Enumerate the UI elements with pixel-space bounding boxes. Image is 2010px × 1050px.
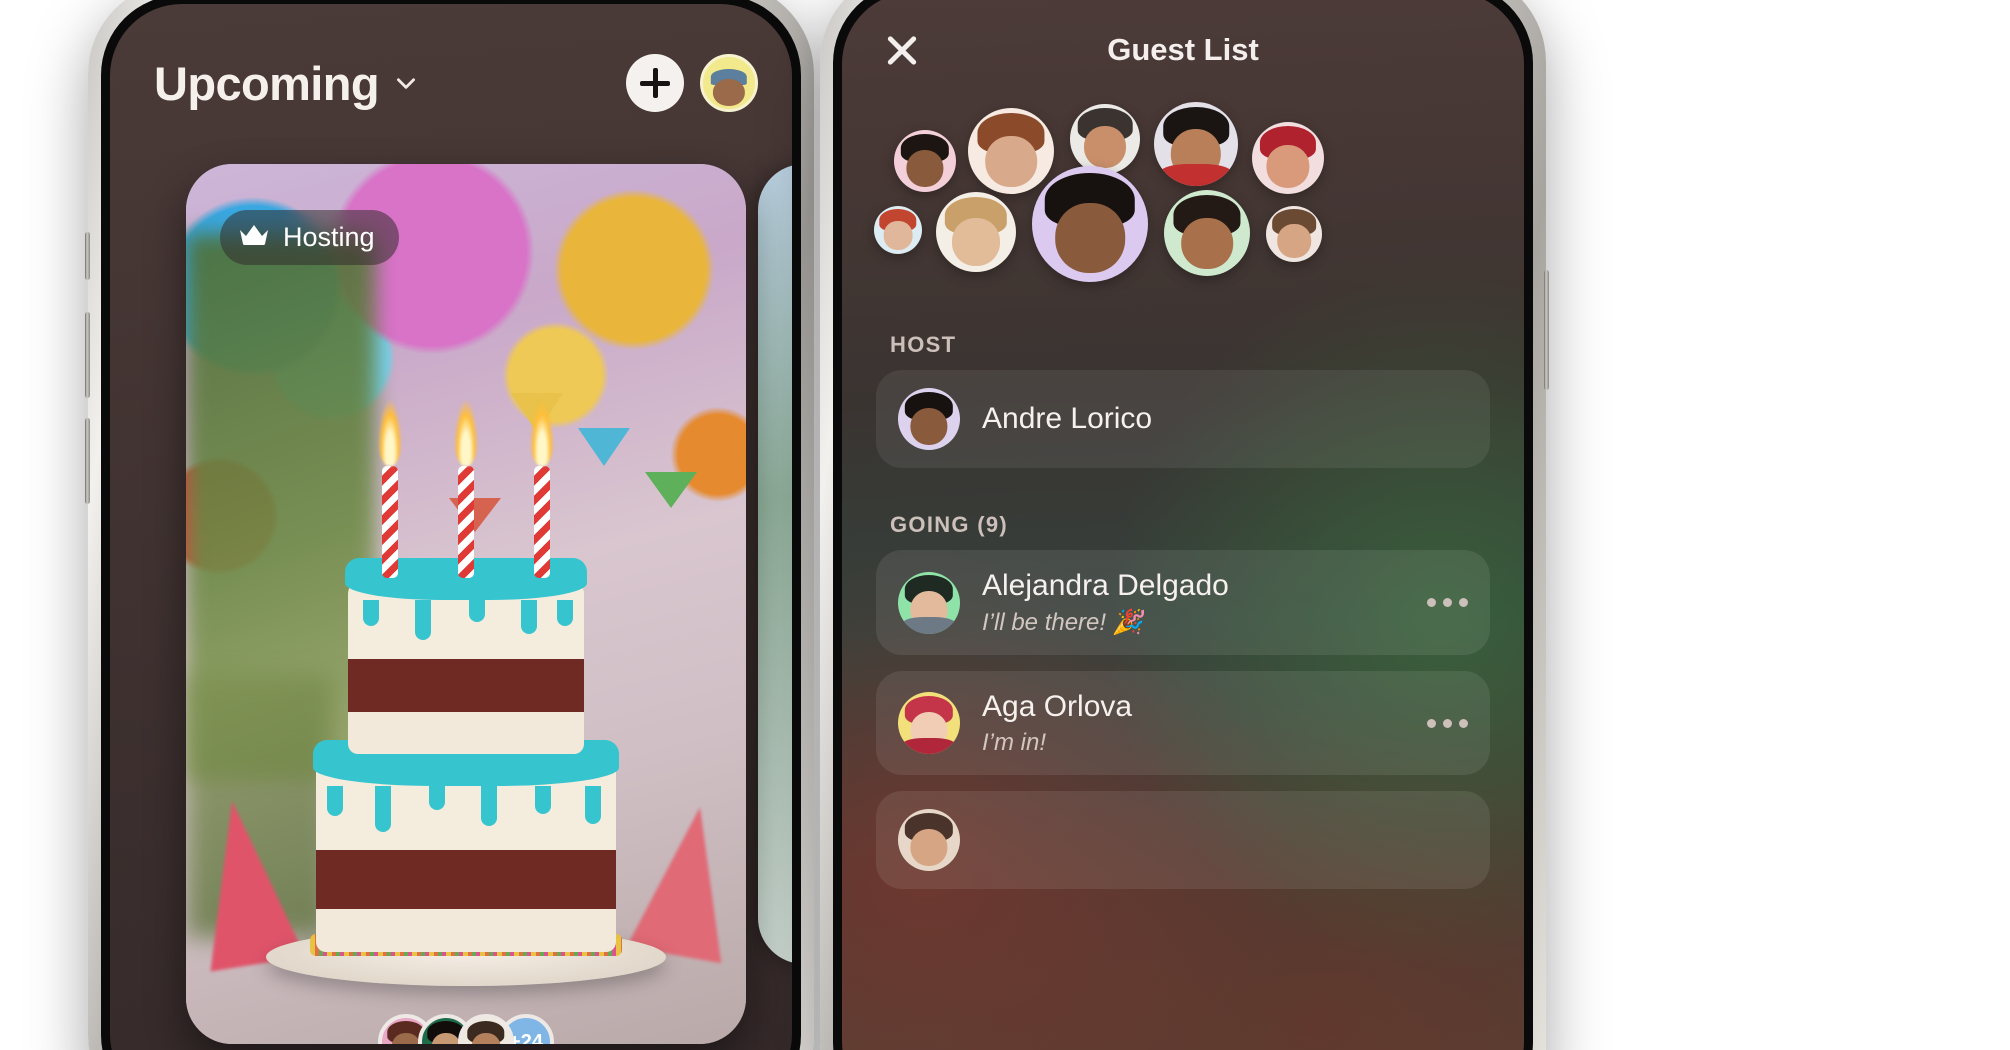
attendee-avatar bbox=[458, 1014, 514, 1044]
guest-list-header: Guest List bbox=[842, 8, 1524, 92]
hosting-badge: Hosting bbox=[220, 210, 399, 265]
phone-left-volume-down[interactable] bbox=[85, 418, 90, 504]
event-card[interactable]: Hosting +24 bbox=[186, 164, 746, 1044]
left-phone-screen: Upcoming Hosting +24 bbox=[110, 4, 792, 1050]
guest-reply: I’ll be there! 🎉 bbox=[982, 609, 1143, 636]
candle-flame bbox=[530, 400, 554, 466]
memoji-avatar-3[interactable] bbox=[1070, 104, 1140, 174]
phone-right: Guest List HOST Andre Lorico GOING (9) A… bbox=[820, 0, 1549, 1050]
right-phone-screen: Guest List HOST Andre Lorico GOING (9) A… bbox=[842, 0, 1524, 1050]
guest-row[interactable]: Alejandra Delgado I’ll be there! 🎉 bbox=[876, 550, 1490, 655]
close-x-icon[interactable] bbox=[876, 24, 928, 76]
guest-avatar bbox=[898, 692, 960, 754]
decor-bunting bbox=[578, 428, 630, 466]
guest-row-host[interactable]: Andre Lorico bbox=[876, 370, 1490, 468]
crown-icon bbox=[238, 223, 270, 252]
memoji-avatar-10[interactable] bbox=[1266, 206, 1322, 262]
memoji-avatar-9[interactable] bbox=[1164, 190, 1250, 276]
memoji-avatar-5[interactable] bbox=[1252, 122, 1324, 194]
guest-info: Alejandra Delgado I’ll be there! 🎉 bbox=[982, 568, 1413, 637]
chevron-down-icon[interactable] bbox=[393, 70, 419, 96]
guest-list-scroll[interactable]: HOST Andre Lorico GOING (9) Alejandra De… bbox=[842, 332, 1524, 1050]
add-event-button[interactable] bbox=[626, 54, 684, 112]
hosting-badge-label: Hosting bbox=[283, 222, 375, 252]
guest-name: Alejandra Delgado bbox=[982, 569, 1229, 602]
memoji-avatar-8[interactable] bbox=[1032, 166, 1148, 282]
ellipsis-icon[interactable] bbox=[1413, 718, 1468, 728]
phone-left: Upcoming Hosting +24 bbox=[85, 0, 814, 1050]
phone-right-power-button[interactable] bbox=[1544, 270, 1549, 390]
guest-info: Aga Orlova I’m in! bbox=[982, 689, 1413, 757]
memoji-avatar-7[interactable] bbox=[936, 192, 1016, 272]
memoji-avatar-6[interactable] bbox=[874, 206, 922, 254]
section-label-host: HOST bbox=[890, 332, 957, 357]
cake-candle bbox=[382, 466, 398, 578]
guest-row[interactable]: Aga Orlova I’m in! bbox=[876, 671, 1490, 775]
candle-flame bbox=[378, 400, 402, 466]
section-label-going: GOING (9) bbox=[890, 512, 1009, 537]
event-card-image bbox=[186, 164, 746, 1044]
upcoming-header: Upcoming bbox=[110, 38, 792, 128]
guest-name: Andre Lorico bbox=[982, 402, 1153, 435]
guest-list-title: Guest List bbox=[1107, 32, 1259, 67]
cake-candle bbox=[534, 466, 550, 578]
guest-avatar bbox=[898, 809, 960, 871]
profile-avatar-button[interactable] bbox=[700, 54, 758, 112]
memoji-cluster[interactable] bbox=[842, 100, 1524, 330]
guest-avatar bbox=[898, 571, 960, 634]
guest-reply: I’m in! bbox=[982, 729, 1047, 756]
marketing-screenshot: Upcoming Hosting +24 Guest List HOST And… bbox=[0, 0, 2010, 1050]
candle-flame bbox=[454, 400, 478, 466]
ellipsis-icon[interactable] bbox=[1413, 598, 1468, 607]
page-title[interactable]: Upcoming bbox=[154, 56, 380, 111]
memoji-avatar-4[interactable] bbox=[1154, 102, 1238, 186]
plus-icon bbox=[640, 68, 670, 98]
guest-avatar bbox=[898, 388, 960, 450]
cake-candle bbox=[458, 466, 474, 578]
cake-tier-top bbox=[348, 578, 584, 754]
decor-bunting bbox=[645, 472, 698, 508]
decor-party-hat bbox=[626, 798, 746, 964]
memoji-avatar-1[interactable] bbox=[894, 130, 956, 192]
phone-left-mute-switch[interactable] bbox=[85, 232, 90, 280]
event-attendee-avatars[interactable]: +24 bbox=[378, 1014, 554, 1044]
guest-info: Andre Lorico bbox=[982, 401, 1468, 437]
guest-row-partial[interactable] bbox=[876, 791, 1490, 889]
memoji-face bbox=[712, 78, 746, 106]
guest-name: Aga Orlova bbox=[982, 690, 1133, 723]
phone-left-volume-up[interactable] bbox=[85, 312, 90, 398]
decor-bunting bbox=[449, 498, 502, 533]
event-card-peek[interactable] bbox=[758, 164, 792, 964]
